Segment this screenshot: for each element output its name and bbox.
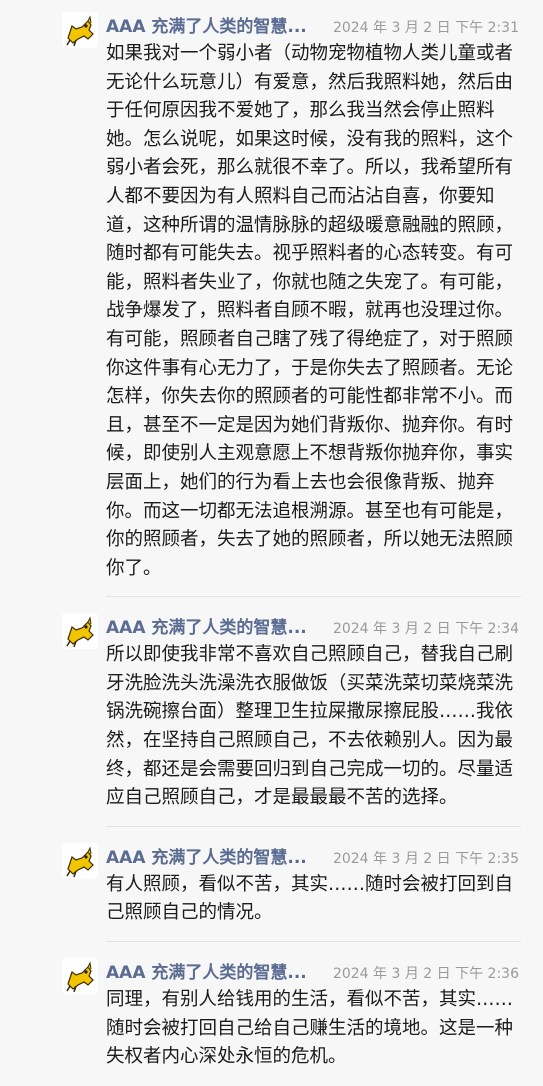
sender-name[interactable]: AAA 充满了人类的智慧... — [106, 12, 307, 37]
cartoon-dog-icon — [62, 958, 98, 995]
sender-name[interactable]: AAA 充满了人类的智慧... — [106, 843, 307, 868]
avatar[interactable] — [62, 958, 98, 995]
message-item: AAA 充满了人类的智慧... 2024 年 3 月 2 日 下午 2:34 所… — [0, 597, 543, 827]
message-time: 2024 年 3 月 2 日 下午 2:31 — [332, 20, 519, 36]
message-text: 所以即使我非常不喜欢自己照顾自己，替我自己刷牙洗脸洗头洗澡洗衣服做饭（买菜洗菜切… — [106, 644, 514, 809]
message-content: AAA 充满了人类的智慧... 2024 年 3 月 2 日 下午 2:34 所… — [106, 613, 519, 827]
message-content: AAA 充满了人类的智慧... 2024 年 3 月 2 日 下午 2:31 如… — [106, 12, 519, 597]
message-time: 2024 年 3 月 2 日 下午 2:35 — [332, 850, 519, 867]
message-time: 2024 年 3 月 2 日 下午 2:36 — [332, 966, 519, 983]
message-item: AAA 充满了人类的智慧... 2024 年 3 月 2 日 下午 2:36 同… — [0, 942, 543, 1086]
message-feed: AAA 充满了人类的智慧... 2024 年 3 月 2 日 下午 2:31 如… — [0, 0, 543, 1086]
message-header: AAA 充满了人类的智慧... 2024 年 3 月 2 日 下午 2:34 — [106, 613, 519, 639]
message-text: 同理，有别人给钱用的生活，看似不苦，其实……随时会被打回自己给自己赚生活的境地。… — [106, 989, 514, 1068]
cartoon-dog-icon — [62, 12, 98, 48]
sender-name[interactable]: AAA 充满了人类的智慧... — [106, 958, 307, 983]
message-item: AAA 充满了人类的智慧... 2024 年 3 月 2 日 下午 2:31 如… — [0, 0, 543, 598]
avatar[interactable] — [62, 613, 98, 650]
message-content: AAA 充满了人类的智慧... 2024 年 3 月 2 日 下午 2:35 有… — [106, 843, 519, 942]
message-item: AAA 充满了人类的智慧... 2024 年 3 月 2 日 下午 2:35 有… — [0, 827, 543, 943]
sender-name[interactable]: AAA 充满了人类的智慧... — [106, 613, 307, 638]
cartoon-dog-icon — [62, 842, 98, 879]
message-header: AAA 充满了人类的智慧... 2024 年 3 月 2 日 下午 2:36 — [106, 958, 519, 984]
message-content: AAA 充满了人类的智慧... 2024 年 3 月 2 日 下午 2:36 同… — [106, 958, 519, 1086]
avatar[interactable] — [62, 842, 98, 879]
avatar[interactable] — [62, 12, 98, 48]
message-header: AAA 充满了人类的智慧... 2024 年 3 月 2 日 下午 2:31 — [106, 12, 519, 38]
cartoon-dog-icon — [62, 613, 98, 650]
message-text: 有人照顾，看似不苦，其实……随时会被打回到自己照顾自己的情况。 — [106, 873, 514, 924]
message-header: AAA 充满了人类的智慧... 2024 年 3 月 2 日 下午 2:35 — [106, 843, 519, 869]
message-text: 如果我对一个弱小者（动物宠物植物人类儿童或者无论什么玩意儿）有爱意，然后我照料她… — [106, 43, 514, 579]
message-time: 2024 年 3 月 2 日 下午 2:34 — [332, 621, 519, 638]
